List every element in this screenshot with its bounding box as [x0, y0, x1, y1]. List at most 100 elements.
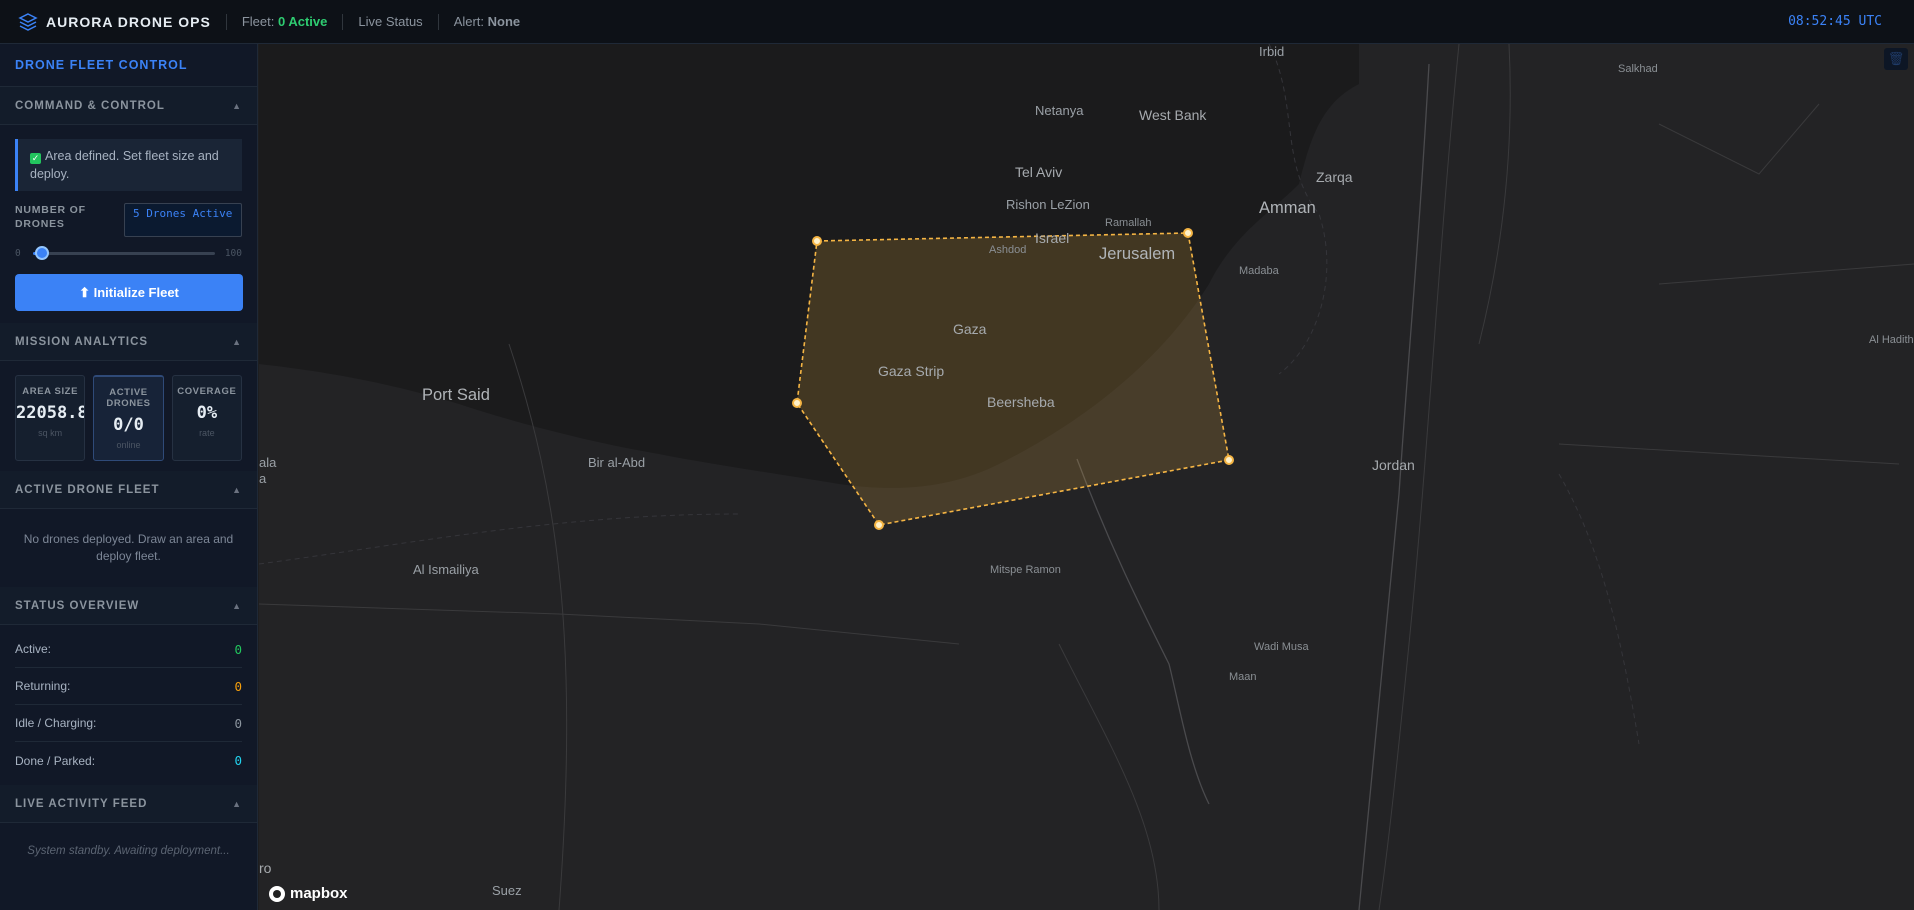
live-status-link[interactable]: Live Status — [358, 14, 422, 29]
map-label: Rishon LeZion — [1006, 197, 1090, 212]
stat-unit: rate — [199, 428, 215, 438]
polygon-vertex — [792, 398, 802, 408]
map-canvas[interactable]: Irbid Salkhad Netanya West Bank Tel Aviv… — [259, 44, 1914, 910]
sidebar: DRONE FLEET CONTROL COMMAND & CONTROL ▲ … — [0, 44, 258, 910]
status-list: Active: 0 Returning: 0 Idle / Charging: … — [0, 625, 257, 785]
map-label: ro — [259, 860, 272, 876]
section-status-header[interactable]: STATUS OVERVIEW ▲ — [0, 587, 257, 625]
map-label: Netanya — [1035, 103, 1084, 118]
map-label: West Bank — [1139, 107, 1207, 123]
sidebar-title: DRONE FLEET CONTROL — [0, 44, 257, 87]
fleet-empty-message: No drones deployed. Draw an area and dep… — [23, 532, 234, 563]
section-fleet-header[interactable]: ACTIVE DRONE FLEET ▲ — [0, 471, 257, 509]
utc-clock: 08:52:45 UTC — [1788, 14, 1882, 29]
checkmark-icon: ✓ — [30, 153, 41, 164]
brand-title: AURORA DRONE OPS — [46, 13, 211, 30]
section-feed-header[interactable]: LIVE ACTIVITY FEED ▲ — [0, 785, 257, 823]
alert-status: Alert: None — [454, 14, 520, 29]
stat-label: COVERAGE — [177, 386, 237, 397]
stat-value: 0/0 — [113, 415, 144, 435]
map-label: Suez — [492, 883, 522, 898]
map-label: Zarqa — [1316, 169, 1353, 185]
map-label: Ashdod — [989, 244, 1027, 256]
divider — [225, 13, 227, 30]
map-label: Gaza — [953, 321, 987, 337]
map-label: Madaba — [1239, 265, 1279, 277]
map-label: Ramallah — [1105, 217, 1152, 229]
status-value: 0 — [234, 678, 242, 694]
slider-min: 0 — [15, 247, 21, 259]
status-label: Active: — [15, 642, 52, 656]
slider-track[interactable] — [32, 245, 215, 260]
status-label: Idle / Charging: — [15, 716, 97, 730]
map-base — [259, 44, 1914, 910]
map-label: Al Ismailiya — [413, 562, 479, 577]
section-title: STATUS OVERVIEW — [15, 599, 140, 612]
slider-thumb[interactable] — [34, 245, 49, 260]
command-panel: ✓ Area defined. Set fleet size and deploy… — [0, 139, 257, 323]
stat-active-drones: ACTIVE DRONES 0/0 online — [93, 375, 164, 461]
section-title: LIVE ACTIVITY FEED — [15, 797, 148, 810]
status-row-returning: Returning: 0 — [15, 668, 242, 705]
alert-label: Alert: — [453, 14, 485, 29]
status-row-done: Done / Parked: 0 — [15, 742, 242, 779]
map-label: Al Hadith — [1869, 334, 1914, 346]
survey-area-polygon — [796, 232, 1230, 526]
section-analytics-header[interactable]: MISSION ANALYTICS ▲ — [0, 323, 257, 361]
notice-text: Area defined. Set fleet size and deploy. — [30, 149, 219, 181]
section-title: ACTIVE DRONE FLEET — [15, 483, 160, 496]
status-value: 0 — [234, 753, 242, 768]
stat-coverage: COVERAGE 0% rate — [171, 375, 242, 461]
initialize-fleet-button[interactable]: ⬆ Initialize Fleet — [15, 274, 243, 311]
map-label: Amman — [1259, 199, 1316, 217]
section-title: COMMAND & CONTROL — [15, 99, 165, 112]
status-value: 0 — [234, 641, 242, 657]
drone-count-slider[interactable]: 0 100 — [15, 245, 242, 260]
caret-up-icon: ▲ — [232, 336, 242, 347]
polygon-vertex — [1224, 455, 1234, 465]
map-label: Gaza Strip — [878, 363, 945, 379]
status-row-idle: Idle / Charging: 0 — [15, 705, 242, 742]
map-label: ala — [259, 455, 277, 470]
map-label: Port Said — [422, 386, 490, 404]
map-label: Tel Aviv — [1015, 164, 1063, 180]
polygon-vertex — [1183, 228, 1193, 238]
section-command-header[interactable]: COMMAND & CONTROL ▲ — [0, 87, 257, 125]
map-label: Israel — [1035, 230, 1070, 246]
fleet-value: 0 Active — [277, 14, 328, 29]
map-label: Bir al-Abd — [588, 455, 646, 470]
status-label: Returning: — [15, 679, 71, 693]
trash-icon[interactable]: 🗑 — [1884, 48, 1908, 70]
map-label: Wadi Musa — [1254, 641, 1309, 653]
map-label: Mitspe Ramon — [990, 564, 1061, 576]
stat-value: 0% — [196, 403, 218, 423]
activity-feed: System standby. Awaiting deployment... — [27, 845, 230, 857]
caret-up-icon: ▲ — [232, 484, 242, 495]
caret-up-icon: ▲ — [232, 100, 242, 111]
map-label: Jordan — [1372, 457, 1415, 473]
divider — [437, 13, 439, 30]
layers-icon — [18, 12, 38, 31]
drones-count-display[interactable]: 5 Drones Active — [124, 203, 242, 237]
slider-max: 100 — [224, 247, 242, 259]
stat-value: 22058.8 — [16, 403, 86, 423]
status-label: Done / Parked: — [15, 753, 96, 768]
map-label: Salkhad — [1618, 63, 1658, 75]
caret-up-icon: ▲ — [232, 600, 242, 611]
stat-unit: online — [116, 440, 141, 450]
area-notice: ✓ Area defined. Set fleet size and deploy… — [15, 139, 242, 191]
mapbox-logo-icon — [269, 885, 285, 902]
stat-area-size: AREA SIZE 22058.8 sq km — [15, 375, 86, 461]
stat-label: ACTIVE DRONES — [106, 387, 151, 409]
alert-value: None — [487, 14, 521, 29]
status-row-active: Active: 0 — [15, 631, 242, 668]
analytics-stats: AREA SIZE 22058.8 sq km ACTIVE DRONES 0/… — [15, 375, 242, 461]
map-label: Beersheba — [987, 394, 1055, 410]
mapbox-attribution[interactable]: mapbox — [269, 885, 348, 902]
caret-up-icon: ▲ — [232, 798, 242, 809]
polygon-vertex — [812, 236, 822, 246]
brand: AURORA DRONE OPS — [0, 0, 211, 43]
fleet-status: Fleet: 0 Active — [242, 14, 328, 29]
stat-unit: sq km — [38, 428, 63, 438]
map-label: a — [259, 471, 267, 486]
